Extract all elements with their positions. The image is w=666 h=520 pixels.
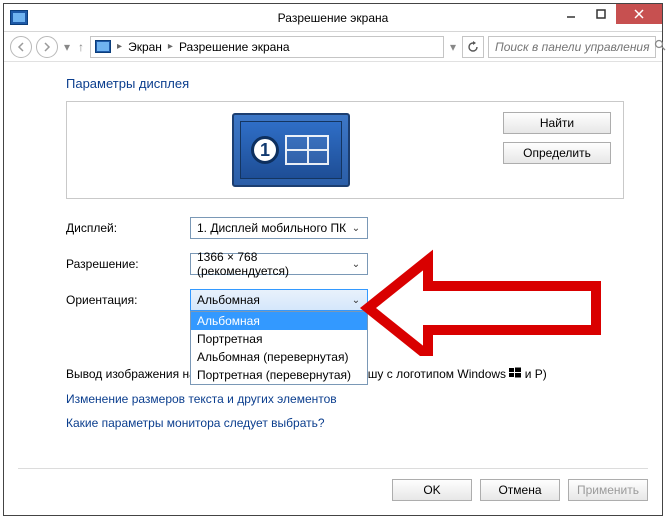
apply-button[interactable]: Применить bbox=[568, 479, 648, 501]
display-grid-icon bbox=[285, 135, 329, 165]
display-select[interactable]: 1. Дисплей мобильного ПК ⌄ bbox=[190, 217, 368, 239]
nav-row: ▾ ↑ ▸ Экран ▸ Разрешение экрана ▾ bbox=[4, 32, 662, 62]
back-button[interactable] bbox=[10, 36, 32, 58]
breadcrumb-leaf[interactable]: Разрешение экрана bbox=[179, 40, 290, 54]
nav-dropdown-icon[interactable]: ▾ bbox=[62, 40, 72, 54]
dialog-footer: OK Отмена Применить bbox=[18, 468, 648, 501]
display-select-value: 1. Дисплей мобильного ПК bbox=[197, 221, 349, 235]
orientation-option-landscape[interactable]: Альбомная bbox=[191, 312, 367, 330]
breadcrumb-dropdown-icon[interactable]: ▾ bbox=[448, 40, 458, 54]
refresh-button[interactable] bbox=[462, 36, 484, 58]
close-button[interactable] bbox=[616, 4, 662, 24]
orientation-option-landscape-flipped[interactable]: Альбомная (перевернутая) bbox=[191, 348, 367, 366]
ok-button[interactable]: OK bbox=[392, 479, 472, 501]
chevron-down-icon: ⌄ bbox=[349, 295, 363, 306]
breadcrumb[interactable]: ▸ Экран ▸ Разрешение экрана bbox=[90, 36, 444, 58]
chevron-down-icon: ⌄ bbox=[349, 223, 363, 234]
orientation-select[interactable]: Альбомная ⌄ Альбомная Портретная Альбомн… bbox=[190, 289, 368, 311]
project-hint-tail: и P) bbox=[525, 367, 547, 381]
resolution-label: Разрешение: bbox=[66, 257, 190, 271]
orientation-label: Ориентация: bbox=[66, 293, 190, 307]
chevron-right-icon: ▸ bbox=[166, 41, 175, 52]
monitor-icon bbox=[95, 40, 111, 53]
orientation-dropdown: Альбомная Портретная Альбомная (переверн… bbox=[190, 311, 368, 385]
window-titlebar: Разрешение экрана bbox=[4, 4, 662, 32]
orientation-option-portrait[interactable]: Портретная bbox=[191, 330, 367, 348]
search-box[interactable] bbox=[488, 36, 656, 58]
maximize-button[interactable] bbox=[586, 4, 616, 24]
detect-button[interactable]: Определить bbox=[503, 142, 611, 164]
cancel-button[interactable]: Отмена bbox=[480, 479, 560, 501]
project-hint-suffix: ишу с логотипом Windows bbox=[361, 367, 506, 381]
minimize-button[interactable] bbox=[556, 4, 586, 24]
search-icon[interactable] bbox=[654, 39, 666, 54]
app-icon bbox=[10, 10, 28, 25]
display-preview-box: 1 Найти Определить bbox=[66, 101, 624, 199]
chevron-down-icon: ⌄ bbox=[349, 259, 363, 270]
page-title: Параметры дисплея bbox=[66, 76, 624, 91]
resolution-select[interactable]: 1366 × 768 (рекомендуется) ⌄ bbox=[190, 253, 368, 275]
textsize-link[interactable]: Изменение размеров текста и других элеме… bbox=[66, 392, 337, 406]
which-monitor-link[interactable]: Какие параметры монитора следует выбрать… bbox=[66, 416, 325, 430]
orientation-select-value: Альбомная bbox=[197, 293, 349, 307]
chevron-right-icon: ▸ bbox=[115, 41, 124, 52]
search-input[interactable] bbox=[493, 39, 654, 55]
project-hint-prefix: Вывод изображения на bbox=[66, 367, 196, 381]
forward-button[interactable] bbox=[36, 36, 58, 58]
display-number: 1 bbox=[251, 136, 279, 164]
display-thumbnail[interactable]: 1 bbox=[232, 113, 350, 187]
up-button[interactable]: ↑ bbox=[76, 40, 86, 54]
display-label: Дисплей: bbox=[66, 221, 190, 235]
breadcrumb-root[interactable]: Экран bbox=[128, 40, 162, 54]
find-button[interactable]: Найти bbox=[503, 112, 611, 134]
orientation-option-portrait-flipped[interactable]: Портретная (перевернутая) bbox=[191, 366, 367, 384]
windows-logo-icon bbox=[509, 367, 521, 382]
resolution-select-value: 1366 × 768 (рекомендуется) bbox=[197, 250, 349, 278]
